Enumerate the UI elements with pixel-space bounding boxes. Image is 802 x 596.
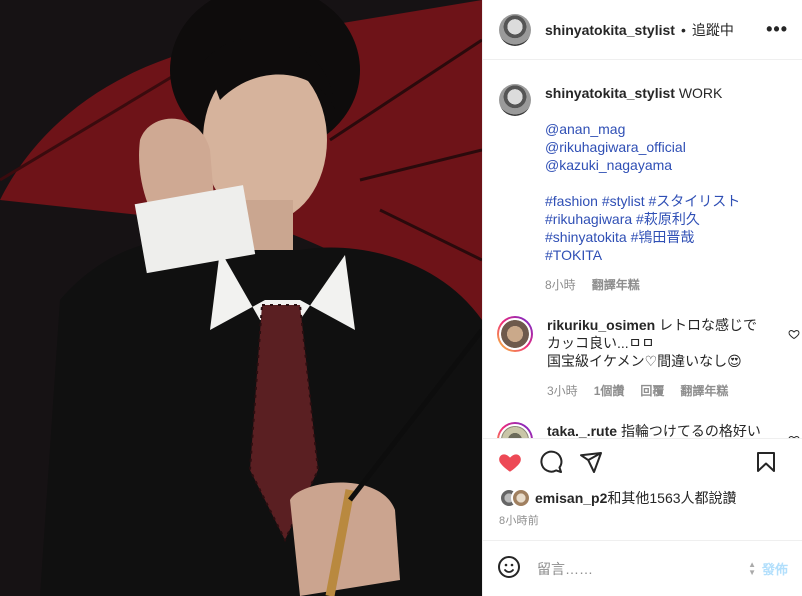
likes-count-text[interactable]: 和其他1563人都說讚 (607, 490, 736, 506)
commenter-avatar[interactable] (497, 316, 533, 352)
caption-avatar[interactable] (499, 84, 531, 116)
resize-handle-icon[interactable]: ▲ ▼ (748, 560, 756, 577)
post-actions (483, 438, 802, 484)
likes-summary[interactable]: emisan_p2和其他1563人都說讚 (483, 484, 802, 512)
liker-username[interactable]: emisan_p2 (535, 490, 607, 506)
post-timestamp[interactable]: 8小時前 (483, 512, 802, 530)
hashtag-link[interactable]: #fashion #stylist #スタイリスト (545, 192, 775, 210)
post-image (0, 0, 482, 596)
author-avatar[interactable] (499, 13, 531, 46)
following-button[interactable]: 追蹤中 (692, 20, 734, 40)
more-options-icon[interactable]: ••• (766, 19, 788, 40)
hashtag-link[interactable]: #shinyatokita #鴇田晋哉 (545, 228, 775, 246)
author-username[interactable]: shinyatokita_stylist (545, 22, 675, 38)
mention-link[interactable]: @rikuhagiwara_official (545, 138, 775, 156)
comment-username[interactable]: taka._.rute (547, 423, 617, 438)
comment-text: 国宝級イケメン♡間違いなし😍 (547, 353, 742, 369)
mention-link[interactable]: @anan_mag (545, 120, 775, 138)
post-modal: shinyatokita_stylist • 追蹤中 ••• shinyatok… (0, 0, 802, 596)
caption-text: WORK (678, 85, 723, 101)
heart-filled-icon[interactable] (497, 449, 523, 475)
comment-time[interactable]: 3小時 (547, 382, 578, 400)
like-comment-icon[interactable] (788, 434, 800, 438)
reply-button[interactable]: 回覆 (640, 382, 664, 400)
add-comment-bar: 留言…… ▲ ▼ 發佈 (483, 540, 802, 596)
post-photo[interactable] (0, 0, 482, 596)
caption-meta: 8小時 翻譯年糕 (545, 276, 775, 294)
comment-likes[interactable]: 1個讚 (594, 382, 625, 400)
translate-button[interactable]: 翻譯年糕 (592, 276, 640, 294)
translate-button[interactable]: 翻譯年糕 (680, 382, 728, 400)
comment-icon[interactable] (539, 450, 563, 474)
separator-dot: • (680, 21, 686, 38)
post-header: shinyatokita_stylist • 追蹤中 ••• (483, 0, 802, 60)
mention-link[interactable]: @kazuki_nagayama (545, 156, 775, 174)
commenter-avatar[interactable] (497, 422, 533, 438)
hashtag-link[interactable]: #rikuhagiwara #萩原利久 (545, 210, 775, 228)
hashtag-link[interactable]: #TOKITA (545, 246, 775, 264)
comment-item: taka._.rute 指輪つけてるの格好いい言うね (497, 422, 802, 438)
comments-list[interactable]: shinyatokita_stylist WORK @anan_mag @rik… (483, 60, 802, 438)
liker-avatar (511, 488, 531, 508)
caption-username[interactable]: shinyatokita_stylist (545, 85, 675, 101)
share-icon[interactable] (579, 450, 603, 474)
bookmark-icon[interactable] (754, 450, 778, 474)
post-comment-button[interactable]: 發佈 (762, 559, 788, 578)
comment-item: rikuriku_osimen レトロな感じでカッコ良い...ㅁㅁ 国宝級イケメ… (497, 316, 802, 400)
caption-time[interactable]: 8小時 (545, 276, 576, 294)
post-caption: shinyatokita_stylist WORK @anan_mag @rik… (499, 84, 802, 294)
comment-meta: 3小時 1個讚 回覆 翻譯年糕 (547, 382, 769, 400)
comment-username[interactable]: rikuriku_osimen (547, 317, 655, 333)
emoji-icon[interactable] (497, 555, 521, 582)
comment-input[interactable]: 留言…… (537, 559, 748, 579)
like-comment-icon[interactable] (788, 328, 800, 340)
post-sidebar: shinyatokita_stylist • 追蹤中 ••• shinyatok… (482, 0, 802, 596)
